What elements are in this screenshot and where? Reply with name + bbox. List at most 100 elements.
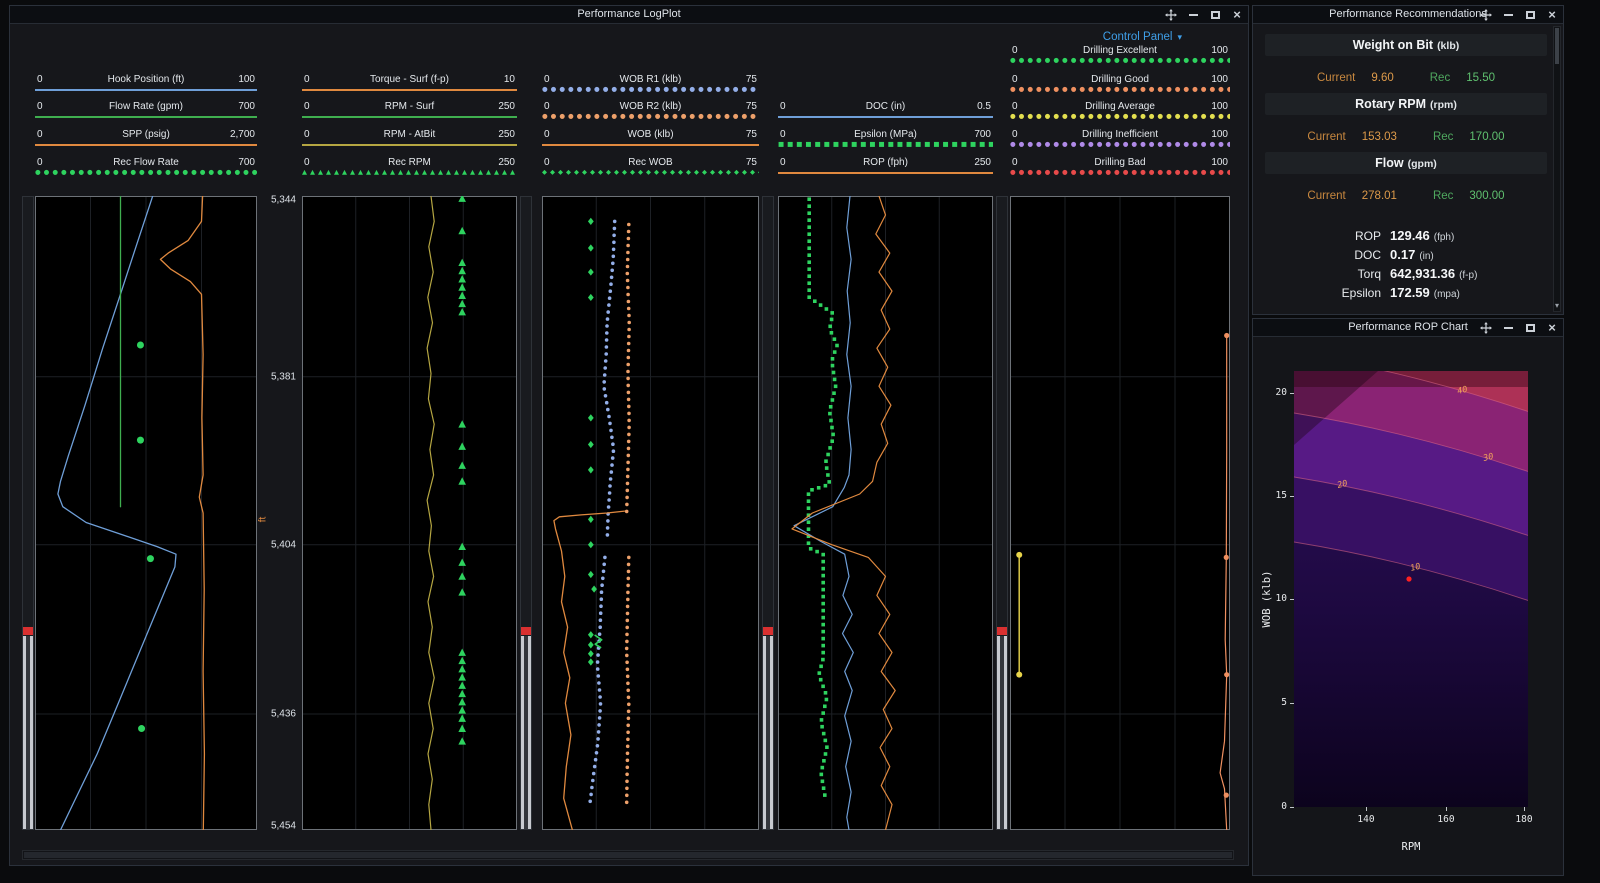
- scrollbar-thumb[interactable]: [23, 636, 33, 829]
- track-2-header-rec-rpm: 0Rec RPM250▲▲▲▲▲▲▲▲▲▲▲▲▲▲▲▲▲▲▲▲▲▲▲▲▲▲▲▲▲…: [302, 157, 517, 183]
- scale-max: 250: [498, 157, 515, 168]
- scale-max: 700: [974, 129, 991, 140]
- section-values-rotary-rpm: Current153.03Rec170.00: [1265, 125, 1547, 149]
- close-icon[interactable]: ×: [1231, 9, 1243, 21]
- close-icon[interactable]: ×: [1546, 9, 1558, 21]
- curve-label: RPM - Surf: [302, 101, 517, 112]
- current-value: 153.03: [1362, 131, 1397, 143]
- current-value: 9.60: [1371, 72, 1393, 84]
- curve-label: Flow Rate (gpm): [35, 101, 257, 112]
- series-indicator: ●●●●●●●●●●●●●●●●●●●●●●●●●●●●●●●●●●●●●●●●: [1010, 85, 1230, 94]
- metric-unit: (fph): [1434, 232, 1455, 243]
- scale-max: 250: [498, 101, 515, 112]
- curve-label: Drilling Average: [1010, 101, 1230, 112]
- scrollbar-thumb[interactable]: [521, 636, 531, 829]
- recommendations-scrollbar[interactable]: ▾: [1553, 26, 1561, 312]
- recommendations-content: ▾ Weight on Bit(klb)Current9.60Rec15.50R…: [1253, 24, 1563, 314]
- track-1-header-spp-psig: 0SPP (psig)2,700: [35, 129, 257, 155]
- recommendations-titlebar[interactable]: Performance Recommendations ×: [1253, 6, 1563, 24]
- minimize-icon[interactable]: [1502, 322, 1514, 334]
- track-3-header-wob-klb: 0WOB (klb)75: [542, 129, 759, 155]
- horizontal-scrollbar-thumb[interactable]: [24, 852, 1232, 858]
- move-icon[interactable]: [1165, 9, 1177, 21]
- scrollbar-thumb[interactable]: [1555, 28, 1559, 64]
- metric-value: 129.46: [1390, 228, 1430, 243]
- metric-value: 0.17: [1390, 247, 1415, 262]
- section-values-weight-on-bit: Current9.60Rec15.50: [1265, 66, 1547, 90]
- section-header-flow: Flow(gpm): [1265, 152, 1547, 174]
- track-5-header-drilling-average: 0Drilling Average100●●●●●●●●●●●●●●●●●●●●…: [1010, 101, 1230, 127]
- scrollbar-thumb[interactable]: [997, 636, 1007, 829]
- track-scrollbar-2[interactable]: [520, 196, 532, 830]
- chevron-down-icon: ▾: [1177, 32, 1182, 42]
- maximize-icon[interactable]: [1524, 9, 1536, 21]
- logplot-window-controls: ×: [1165, 6, 1243, 23]
- curve-label: WOB R1 (klb): [542, 74, 759, 85]
- section-header-rotary-rpm: Rotary RPM (rpm): [1265, 93, 1547, 115]
- operating-point-marker: [1406, 576, 1411, 581]
- recommendations-window-controls: ×: [1480, 6, 1558, 23]
- track-1-plot[interactable]: [35, 196, 257, 830]
- depth-axis: ft 5,3445,3815,4045,4365,454: [252, 196, 300, 830]
- rec-label: Rec: [1433, 131, 1453, 143]
- scroll-position-marker: [997, 627, 1007, 635]
- series-indicator: ●●●●●●●●●●●●●●●●●●●●●●●●●●●●●●●●●●●●●●●●: [542, 112, 759, 121]
- y-tick-20: 20: [1253, 387, 1287, 398]
- metric-label: Epsilon: [1253, 286, 1381, 300]
- logplot-titlebar[interactable]: Performance LogPlot ×: [10, 6, 1248, 24]
- section-name: Rotary RPM: [1355, 97, 1426, 111]
- track-4-header-epsilon-mpa: 0Epsilon (MPa)700■■■■■■■■■■■■■■■■■■■■■■■…: [778, 129, 993, 155]
- x-tick-180: 180: [1511, 814, 1537, 825]
- curve-label: Epsilon (MPa): [778, 129, 993, 140]
- control-panel-label: Control Panel: [1103, 31, 1173, 43]
- scale-max: 100: [238, 74, 255, 85]
- track-5-plot[interactable]: [1010, 196, 1230, 830]
- depth-label: 5,381: [271, 371, 296, 382]
- metric-value: 642,931.36: [1390, 266, 1455, 281]
- scale-max: 75: [746, 74, 757, 85]
- curve-label: Drilling Excellent: [1010, 45, 1230, 56]
- rop-chart-titlebar[interactable]: Performance ROP Chart ×: [1253, 319, 1563, 337]
- series-indicator: ■■■■■■■■■■■■■■■■■■■■■■■■■■■■■■■■■■■■■■■■: [778, 140, 993, 149]
- track-4-plot[interactable]: [778, 196, 993, 830]
- curve-label: Drilling Inefficient: [1010, 129, 1230, 140]
- rop-contour-plot[interactable]: 40302010: [1294, 371, 1528, 807]
- y-tickmark: [1290, 393, 1294, 394]
- scrollbar-thumb[interactable]: [763, 636, 773, 829]
- track-1-header-flow-rate-gpm: 0Flow Rate (gpm)700: [35, 101, 257, 127]
- track-scrollbar-4[interactable]: [996, 196, 1008, 830]
- track-4-header-rop-fph: 0ROP (fph)250: [778, 157, 993, 183]
- curve-label: ROP (fph): [778, 157, 993, 168]
- maximize-icon[interactable]: [1524, 322, 1536, 334]
- track-scrollbar-3[interactable]: [762, 196, 774, 830]
- metric-rop: ROP129.46(fph): [1253, 228, 1541, 247]
- x-tickmark: [1524, 807, 1525, 811]
- minimize-icon[interactable]: [1502, 9, 1514, 21]
- scale-max: 700: [238, 101, 255, 112]
- track-2-plot[interactable]: [302, 196, 517, 830]
- series-indicator: ●●●●●●●●●●●●●●●●●●●●●●●●●●●●●●●●●●●●●●●●: [1010, 112, 1230, 121]
- curve-label: SPP (psig): [35, 129, 257, 140]
- track-scrollbar-1[interactable]: [22, 196, 34, 830]
- close-icon[interactable]: ×: [1546, 322, 1558, 334]
- minimize-icon[interactable]: [1187, 9, 1199, 21]
- maximize-icon[interactable]: [1209, 9, 1221, 21]
- track-3-plot[interactable]: [542, 196, 759, 830]
- logplot-horizontal-scrollbar[interactable]: [22, 850, 1234, 860]
- series-indicator: [35, 89, 257, 91]
- move-icon[interactable]: [1480, 322, 1492, 334]
- curve-label: WOB (klb): [542, 129, 759, 140]
- rec-value: 170.00: [1469, 131, 1504, 143]
- series-indicator: [542, 144, 759, 146]
- track-3-header-wob-r1-klb: 0WOB R1 (klb)75●●●●●●●●●●●●●●●●●●●●●●●●●…: [542, 74, 759, 100]
- y-tickmark: [1290, 807, 1294, 808]
- track-1-header-rec-flow-rate: 0Rec Flow Rate700●●●●●●●●●●●●●●●●●●●●●●●…: [35, 157, 257, 183]
- move-icon[interactable]: [1480, 9, 1492, 21]
- scroll-down-arrow-icon[interactable]: ▾: [1554, 301, 1560, 311]
- section-unit: (rpm): [1430, 99, 1457, 111]
- section-name: Flow: [1375, 156, 1403, 170]
- curve-label: WOB R2 (klb): [542, 101, 759, 112]
- series-indicator: [778, 172, 993, 174]
- track-5-header-drilling-bad: 0Drilling Bad100●●●●●●●●●●●●●●●●●●●●●●●●…: [1010, 157, 1230, 183]
- control-panel-dropdown[interactable]: Control Panel ▾: [1070, 31, 1182, 43]
